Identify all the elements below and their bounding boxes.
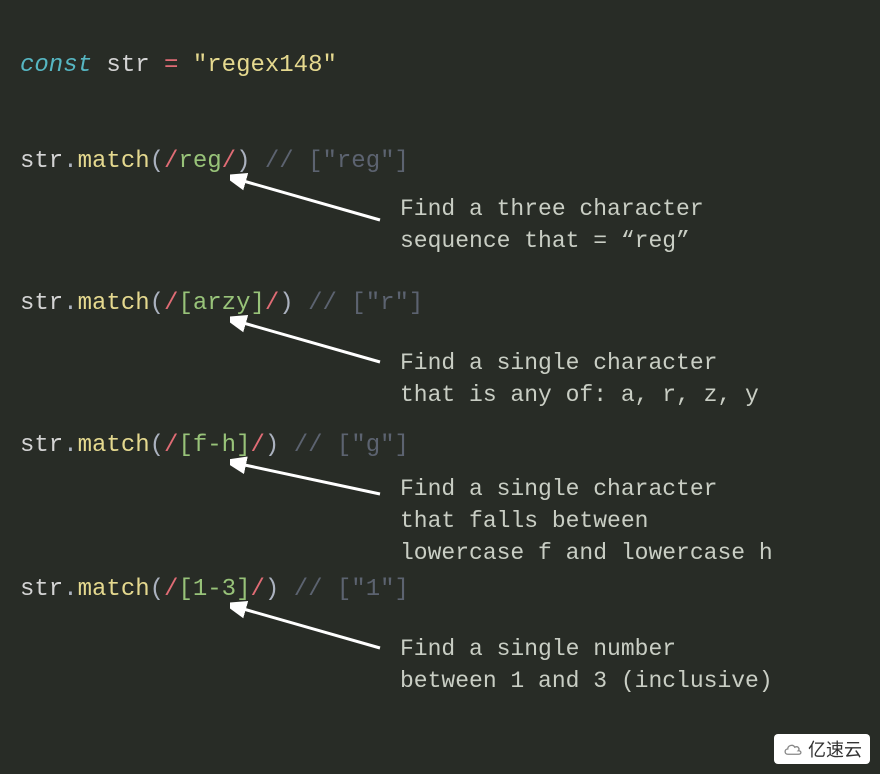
method-match: match [78,576,150,603]
regex-body: [f-h] [178,432,250,459]
operator-eq: = [164,52,178,79]
regex-body: [arzy] [178,290,264,317]
annotation-line: Find a single character [400,347,759,379]
paren-open: ( [150,290,164,317]
space [294,290,308,317]
paren-open: ( [150,432,164,459]
arrow-icon [230,170,390,230]
paren-close: ) [236,148,250,175]
regex-close: / [250,432,264,459]
annotation-line: Find a single number [400,633,773,665]
paren-open: ( [150,576,164,603]
annotation-line: sequence that = “reg” [400,225,704,257]
arrow-icon [230,312,390,372]
annotation-line: that falls between [400,505,773,537]
annotation-2: Find a single character that is any of: … [400,347,759,411]
keyword-const: const [20,52,92,79]
annotation-line: between 1 and 3 (inclusive) [400,665,773,697]
regex-open: / [164,290,178,317]
regex-body: [1-3] [178,576,250,603]
regex-close: / [222,148,236,175]
annotation-line: that is any of: a, r, z, y [400,379,759,411]
regex-open: / [164,148,178,175]
obj: str [20,290,63,317]
space [250,148,264,175]
method-match: match [78,432,150,459]
example-1-line: str.match(/reg/) // ["reg"] [20,148,409,175]
regex-open: / [164,576,178,603]
comment: // ["1"] [294,576,409,603]
comment: // ["g"] [294,432,409,459]
arrow-icon [230,598,390,658]
space [279,576,293,603]
dot: . [63,148,77,175]
regex-body: reg [178,148,221,175]
example-2-line: str.match(/[arzy]/) // ["r"] [20,290,423,317]
paren-close: ) [279,290,293,317]
regex-close: / [265,290,279,317]
string-literal: "regex148" [193,52,337,79]
example-4-line: str.match(/[1-3]/) // ["1"] [20,576,409,603]
dot: . [63,290,77,317]
arrow-icon [230,454,390,504]
example-3-line: str.match(/[f-h]/) // ["g"] [20,432,409,459]
method-match: match [78,290,150,317]
annotation-4: Find a single number between 1 and 3 (in… [400,633,773,697]
regex-open: / [164,432,178,459]
ident-str: str [106,52,149,79]
declaration-line: const str = "regex148" [20,52,337,79]
watermark-text: 亿速云 [808,736,862,762]
obj: str [20,148,63,175]
paren-close: ) [265,432,279,459]
paren-close: ) [265,576,279,603]
comment: // ["r"] [308,290,423,317]
space [279,432,293,459]
regex-close: / [250,576,264,603]
obj: str [20,432,63,459]
obj: str [20,576,63,603]
dot: . [63,432,77,459]
annotation-line: Find a three character [400,193,704,225]
watermark: 亿速云 [774,734,870,764]
annotation-line: Find a single character [400,473,773,505]
comment: // ["reg"] [265,148,409,175]
cloud-icon [782,742,804,756]
annotation-3: Find a single character that falls betwe… [400,473,773,570]
dot: . [63,576,77,603]
annotation-1: Find a three character sequence that = “… [400,193,704,257]
annotation-line: lowercase f and lowercase h [400,537,773,569]
paren-open: ( [150,148,164,175]
method-match: match [78,148,150,175]
